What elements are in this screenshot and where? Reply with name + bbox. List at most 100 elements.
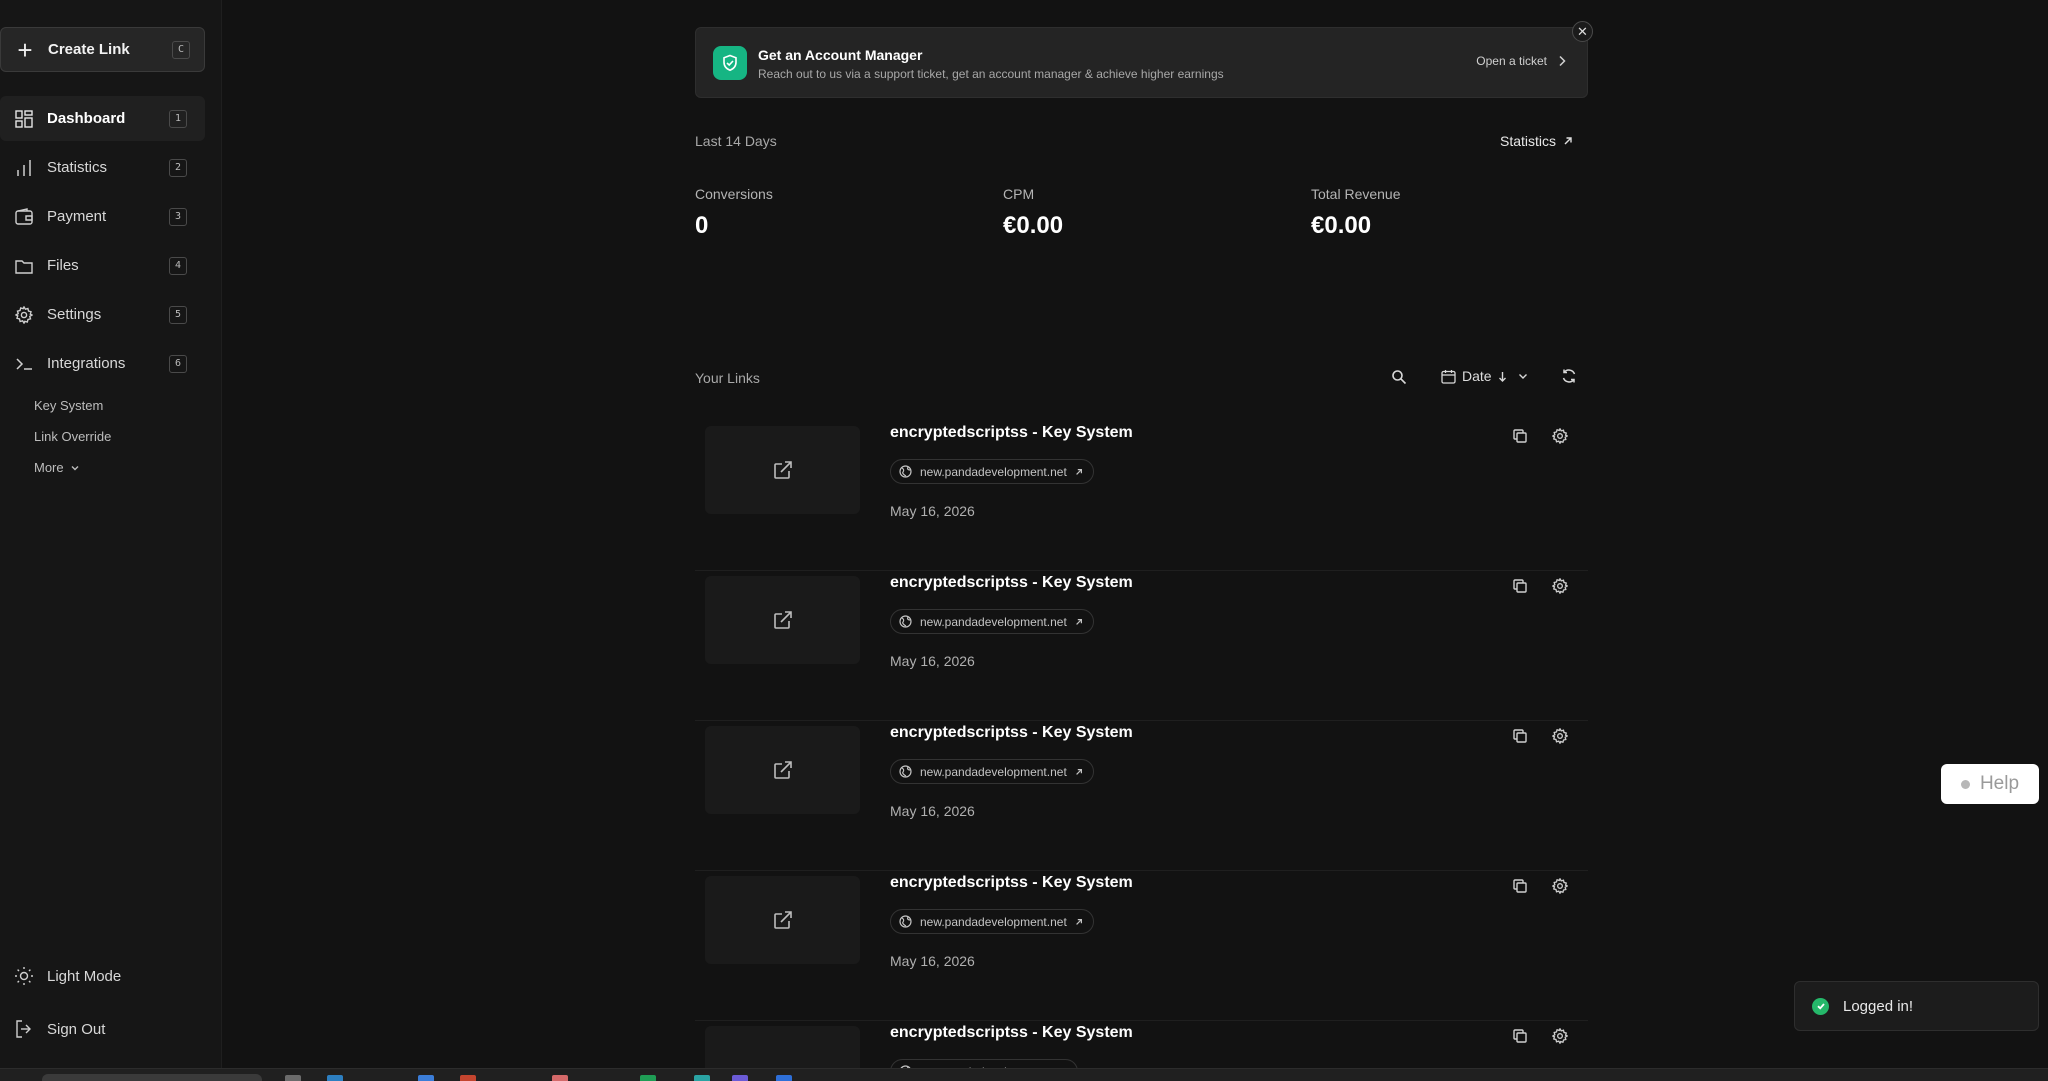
bar-chart-icon [14,158,34,178]
link-name[interactable]: encryptedscriptss - Key System [890,1024,1133,1042]
sun-icon [15,967,33,985]
taskbar-app-icon[interactable] [327,1075,343,1081]
sign-out-label: Sign Out [47,1020,106,1038]
taskbar-app-icon[interactable] [694,1075,710,1081]
domain-chip[interactable]: new.pandadevelopment.net [890,909,1094,934]
nav-label: Settings [47,306,102,323]
nav-item-files[interactable]: Files 4 [0,243,205,288]
domain-chip[interactable]: new.pandadevelopment.net [890,459,1094,484]
link-thumbnail[interactable] [705,876,860,964]
nav-item-statistics[interactable]: Statistics 2 [0,145,205,190]
metric-label: Conversions [695,186,773,202]
gear-icon[interactable] [1551,877,1569,899]
metric-value: €0.00 [1311,212,1372,239]
date-sort-dropdown[interactable]: Date [1441,368,1529,384]
gear-icon[interactable] [1551,1027,1569,1049]
metric-label: CPM [1003,186,1035,202]
statistics-link-label: Statistics [1500,133,1557,149]
sign-out-button[interactable]: Sign Out [14,1019,105,1039]
domain-chip[interactable]: new.pandadevelopment.net [890,609,1094,634]
links-section-title: Your Links [695,370,760,386]
create-link-button[interactable]: + Create Link C [0,27,205,72]
copy-icon[interactable] [1512,428,1528,449]
sub-item-key-system[interactable]: Key System [34,398,103,413]
sort-label: Date [1462,368,1492,384]
chevron-down-icon [71,465,79,470]
domain-label: new.pandadevelopment.net [920,764,1067,779]
metric-conversions: Conversions 0 [695,186,773,240]
external-link-icon [773,461,792,479]
domain-chip[interactable]: new.pandadevelopment.net [890,759,1094,784]
arrow-up-right-icon [1075,618,1082,625]
more-toggle[interactable]: More [34,460,80,475]
refresh-icon[interactable] [1561,368,1577,389]
globe-icon [899,465,912,478]
banner-title: Get an Account Manager [758,47,923,63]
account-manager-banner: Get an Account Manager Reach out to us v… [695,27,1588,98]
metric-value: 0 [695,212,709,239]
copy-icon[interactable] [1512,1028,1528,1049]
taskbar-app-icon[interactable] [552,1075,568,1081]
taskbar-search[interactable] [42,1074,262,1081]
search-icon[interactable] [1391,369,1407,390]
external-link-icon [773,611,792,629]
gear-icon[interactable] [1551,727,1569,749]
more-label: More [34,460,64,475]
arrow-up-right-icon [1564,137,1572,145]
link-row: encryptedscriptss - Key System new.panda… [695,721,1588,871]
nav-label: Statistics [47,159,108,176]
close-banner-button[interactable]: ✕ [1572,21,1593,42]
help-button[interactable]: Help [1941,764,2039,804]
shortcut-badge: 5 [169,305,187,324]
nav-label: Payment [47,208,107,225]
link-thumbnail[interactable] [705,576,860,664]
copy-icon[interactable] [1512,878,1528,899]
chevron-down-icon [1518,374,1527,379]
taskbar-app-icon[interactable] [776,1075,792,1081]
links-list: encryptedscriptss - Key System new.panda… [695,421,1588,1081]
copy-icon[interactable] [1512,578,1528,599]
taskbar-app-icon[interactable] [285,1075,301,1081]
dashboard-icon [14,109,34,129]
gear-icon[interactable] [1551,427,1569,449]
link-thumbnail[interactable] [705,726,860,814]
login-toast: Logged in! [1794,981,2039,1031]
metric-label: Total Revenue [1311,186,1401,202]
link-name[interactable]: encryptedscriptss - Key System [890,724,1133,742]
link-name[interactable]: encryptedscriptss - Key System [890,874,1133,892]
statistics-link[interactable]: Statistics [1500,133,1573,149]
arrow-up-right-icon [1075,768,1082,775]
sub-item-link-override[interactable]: Link Override [34,429,111,444]
domain-label: new.pandadevelopment.net [920,614,1067,629]
link-name[interactable]: encryptedscriptss - Key System [890,574,1133,592]
link-date: May 16, 2026 [890,803,975,819]
toast-message: Logged in! [1843,997,1914,1015]
link-name[interactable]: encryptedscriptss - Key System [890,424,1133,442]
taskbar-app-icon[interactable] [640,1075,656,1081]
nav-item-settings[interactable]: Settings 5 [0,292,205,337]
link-row: encryptedscriptss - Key System new.panda… [695,871,1588,1021]
link-date: May 16, 2026 [890,653,975,669]
light-mode-toggle[interactable]: Light Mode [14,966,121,986]
taskbar-app-icon[interactable] [460,1075,476,1081]
shortcut-badge: 4 [169,256,187,275]
copy-icon[interactable] [1512,728,1528,749]
chevron-right-icon [1559,55,1566,67]
arrow-up-right-icon [1075,918,1082,925]
link-thumbnail[interactable] [705,426,860,514]
metric-cpm: CPM €0.00 [1003,186,1063,240]
taskbar-app-icon[interactable] [418,1075,434,1081]
taskbar-app-icon[interactable] [732,1075,748,1081]
open-ticket-link[interactable]: Open a ticket [1476,54,1567,68]
nav-item-integrations[interactable]: Integrations 6 [0,341,205,386]
gear-icon[interactable] [1551,577,1569,599]
nav-item-payment[interactable]: Payment 3 [0,194,205,239]
logout-icon [16,1020,31,1038]
external-link-icon [773,911,792,929]
nav-label: Dashboard [47,110,126,127]
light-mode-label: Light Mode [47,967,122,985]
nav-item-dashboard[interactable]: Dashboard 1 [0,96,205,141]
link-row: encryptedscriptss - Key System new.panda… [695,421,1588,571]
gear-icon [14,305,34,325]
create-link-label: Create Link [48,41,130,58]
